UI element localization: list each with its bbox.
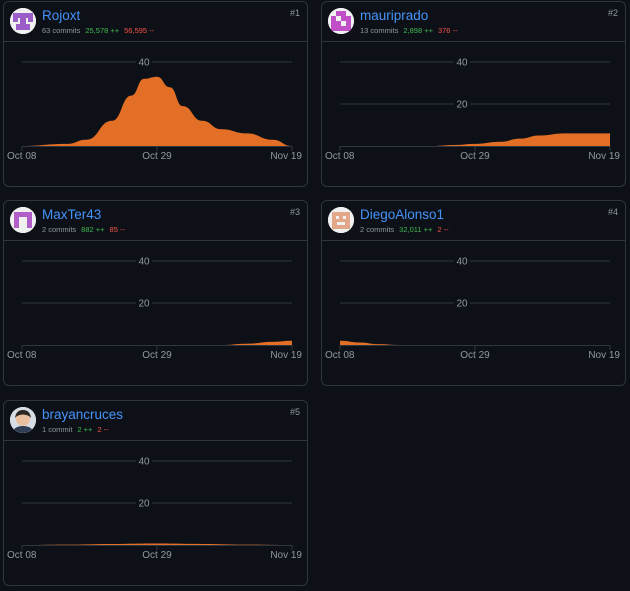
x-tick-label: Oct 08 [325,350,355,361]
contribution-chart: 40 20 Oct 08 Oct 29 Nov 19 [7,455,302,561]
additions-count: 882 ++ [81,225,105,234]
y-tick-label: 20 [456,100,468,111]
y-tick-label: 40 [138,457,150,468]
rank-label: #2 [607,8,618,18]
y-tick-label: 40 [138,257,150,268]
contribution-chart: 40 20 Oct 08 Oct 29 Nov 19 [325,56,620,162]
rank-label: #5 [289,407,300,417]
additions-count: 2,898 ++ [403,26,433,35]
x-tick-label: Nov 19 [270,550,302,561]
card-header: MaxTer43 2 commits 882 ++ 85 -- #3 [4,201,307,241]
username-link[interactable]: MaxTer43 [42,207,101,222]
y-tick-label: 20 [456,299,468,310]
commits-count: 2 commits [360,225,395,234]
deletions-count: 376 -- [437,26,458,35]
commits-area-series [22,76,292,146]
deletions-count: 2 -- [97,425,109,434]
commits-area-series [221,340,292,345]
contribution-stats: 2 commits 32,011 ++ 2 -- [360,225,449,234]
y-tick-label: 40 [456,257,468,268]
x-tick-label: Oct 08 [7,151,37,162]
contribution-stats: 63 commits 25,578 ++ 56,595 -- [42,26,154,35]
rank-label: #1 [289,8,300,18]
x-tick-label: Oct 08 [7,350,37,361]
commits-area-series [430,133,610,146]
x-tick-label: Nov 19 [588,350,620,361]
x-tick-label: Nov 19 [588,151,620,162]
contributor-card: brayancruces 1 commit 2 ++ 2 -- #5 40 20 Oct 08… [3,400,308,586]
x-tick-label: Oct 29 [142,350,172,361]
y-tick-label: 40 [138,58,150,69]
commits-count: 1 commit [42,425,73,434]
identicon-magenta-checker-icon[interactable] [328,8,354,34]
contribution-stats: 1 commit 2 ++ 2 -- [42,425,109,434]
additions-count: 25,578 ++ [85,26,120,35]
commits-area-series [22,543,292,545]
commits-count: 2 commits [42,225,77,234]
x-tick-label: Oct 29 [142,151,172,162]
commits-count: 13 commits [360,26,399,35]
x-tick-label: Oct 29 [460,350,490,361]
y-tick-label: 40 [456,58,468,69]
y-tick-label: 20 [138,299,150,310]
x-tick-label: Nov 19 [270,350,302,361]
rank-label: #3 [289,207,300,217]
username-link[interactable]: DiegoAlonso1 [360,207,444,222]
card-header: mauriprado 13 commits 2,898 ++ 376 -- #2 [322,2,625,42]
username-link[interactable]: mauriprado [360,8,428,23]
x-tick-label: Oct 08 [7,550,37,561]
contributor-card: mauriprado 13 commits 2,898 ++ 376 -- #2 40 20… [321,1,626,187]
contribution-chart: 40 20 Oct 08 Oct 29 Nov 19 [7,255,302,361]
commits-count: 63 commits [42,26,81,35]
y-tick-label: 20 [138,499,150,510]
identicon-purple-block-icon[interactable] [10,207,36,233]
contributor-card: DiegoAlonso1 2 commits 32,011 ++ 2 -- #4 40 20… [321,200,626,386]
contribution-stats: 2 commits 882 ++ 85 -- [42,225,125,234]
contribution-chart: 40 Oct 08 Oct 29 Nov 19 [7,56,302,162]
contribution-stats: 13 commits 2,898 ++ 376 -- [360,26,458,35]
deletions-count: 85 -- [109,225,125,234]
card-header: brayancruces 1 commit 2 ++ 2 -- #5 [4,401,307,441]
x-tick-label: Oct 08 [325,151,355,162]
username-link[interactable]: Rojoxt [42,8,80,23]
card-header: Rojoxt 63 commits 25,578 ++ 56,595 -- #1 [4,2,307,42]
x-tick-label: Oct 29 [460,151,490,162]
commits-area-series [340,340,398,345]
identicon-purple-cross-icon[interactable] [10,8,36,34]
contributor-card: Rojoxt 63 commits 25,578 ++ 56,595 -- #1 40 Oc… [3,1,308,187]
contributor-card: MaxTer43 2 commits 882 ++ 85 -- #3 40 20 Oct 08… [3,200,308,386]
deletions-count: 2 -- [437,225,449,234]
rank-label: #4 [607,207,618,217]
additions-count: 2 ++ [77,425,93,434]
x-tick-label: Oct 29 [142,550,172,561]
photo-avatar-icon[interactable] [10,407,36,433]
deletions-count: 56,595 -- [124,26,155,35]
contribution-chart: 40 20 Oct 08 Oct 29 Nov 19 [325,255,620,361]
card-header: DiegoAlonso1 2 commits 32,011 ++ 2 -- #4 [322,201,625,241]
username-link[interactable]: brayancruces [42,407,123,422]
identicon-orange-face-icon[interactable] [328,207,354,233]
x-tick-label: Nov 19 [270,151,302,162]
additions-count: 32,011 ++ [399,225,433,234]
